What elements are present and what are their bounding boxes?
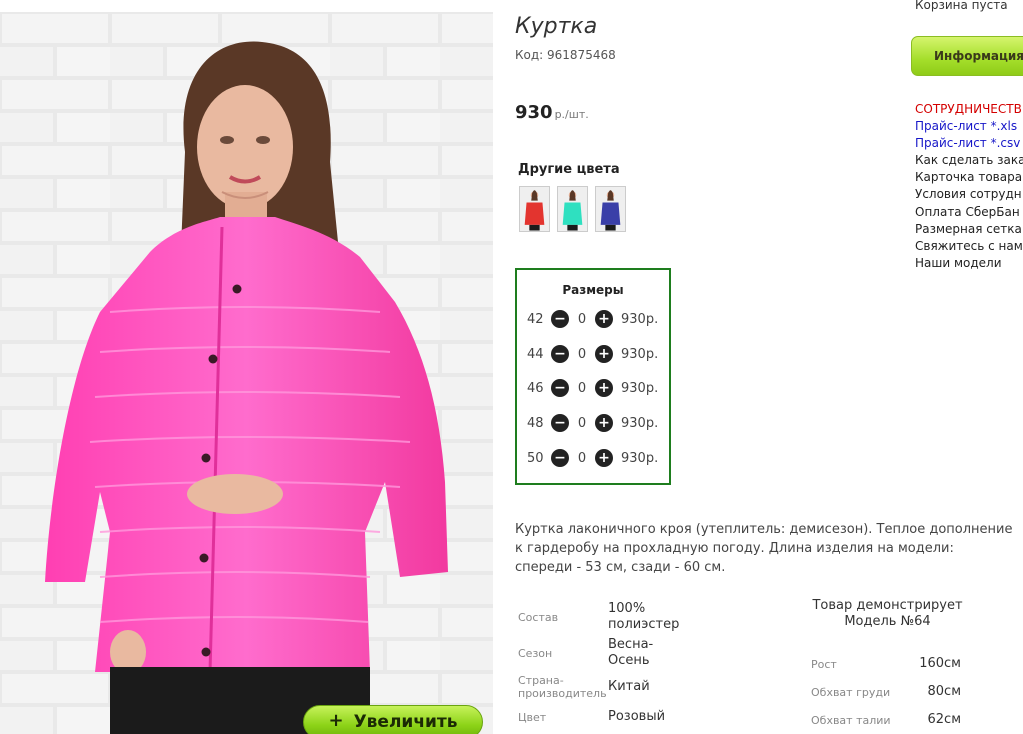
price-unit: р./шт.	[554, 108, 589, 121]
size-row-46: 46 − 0 + 930р.	[527, 378, 658, 398]
model-label-height: Рост	[811, 658, 837, 671]
model-label-waist: Обхват талии	[811, 714, 891, 727]
size-price: 930р.	[621, 346, 659, 362]
attr-value-color: Розовый	[608, 709, 666, 724]
attr-label-composition: Состав	[518, 611, 559, 624]
size-row-50: 50 − 0 + 930р.	[527, 448, 658, 468]
plus-icon[interactable]: +	[595, 379, 613, 397]
swatch-navy[interactable]	[595, 186, 626, 232]
zoom-button[interactable]: + Увеличить	[303, 705, 483, 734]
sidebar-link-cooperation[interactable]: СОТРУДНИЧЕСТВ	[915, 101, 1023, 118]
size-price: 930р.	[621, 311, 659, 327]
plus-icon[interactable]: +	[595, 414, 613, 432]
size-label: 50	[527, 450, 544, 466]
attr-label-color: Цвет	[518, 711, 547, 724]
zoom-label: Увеличить	[353, 712, 458, 732]
color-swatches	[519, 186, 626, 232]
minus-icon[interactable]: −	[551, 379, 569, 397]
size-price: 930р.	[621, 380, 659, 396]
sidebar-link-our-models[interactable]: Наши модели	[915, 255, 1023, 272]
plus-icon[interactable]: +	[595, 310, 613, 328]
price-value: 930	[515, 102, 553, 123]
swatch-red-thumbnail	[524, 190, 545, 231]
model-label-chest: Обхват груди	[811, 686, 891, 699]
sizes-heading: Размеры	[562, 283, 624, 297]
size-quantity: 0	[577, 415, 587, 431]
swatch-mint[interactable]	[557, 186, 588, 232]
attr-value-composition: 100% полиэстер	[608, 601, 680, 632]
size-quantity: 0	[577, 380, 587, 396]
minus-icon[interactable]: −	[551, 310, 569, 328]
size-quantity: 0	[577, 311, 587, 327]
info-button[interactable]: Информация	[911, 36, 1023, 76]
attr-value-season: Весна-Осень	[608, 637, 654, 668]
sizes-panel: Размеры 42 − 0 + 930р. 44 − 0 + 930р. 46…	[515, 268, 671, 485]
product-photo-illustration	[0, 12, 493, 734]
sidebar-link-price-xls[interactable]: Прайс-лист *.xls	[915, 118, 1023, 135]
product-code: Код: 961875468	[515, 48, 616, 62]
product-description: Куртка лаконичного кроя (утеплитель: дем…	[515, 522, 1013, 575]
size-row-44: 44 − 0 + 930р.	[527, 344, 658, 364]
size-label: 48	[527, 415, 544, 431]
sidebar-link-how-to-order[interactable]: Как сделать зака	[915, 152, 1023, 169]
sidebar-link-size-chart[interactable]: Размерная сетка	[915, 221, 1023, 238]
swatch-mint-thumbnail	[562, 190, 583, 231]
size-price: 930р.	[621, 415, 659, 431]
product-title: Куртка	[515, 14, 598, 39]
attr-label-season: Сезон	[518, 647, 553, 660]
size-row-48: 48 − 0 + 930р.	[527, 413, 658, 433]
model-value-height: 160см	[919, 656, 961, 671]
plus-icon[interactable]: +	[595, 449, 613, 467]
size-label: 46	[527, 380, 544, 396]
attr-label-country: Страна-производитель	[518, 674, 607, 700]
attr-value-country: Китай	[608, 679, 650, 694]
size-label: 42	[527, 311, 544, 327]
cart-status[interactable]: Корзина пуста	[915, 0, 1008, 12]
swatch-navy-thumbnail	[600, 190, 621, 231]
sidebar-links: СОТРУДНИЧЕСТВ Прайс-лист *.xls Прайс-лис…	[915, 101, 1023, 272]
model-info-title: Товар демонстрирует Модель №64	[812, 598, 963, 629]
swatch-red[interactable]	[519, 186, 550, 232]
size-quantity: 0	[577, 450, 587, 466]
model-value-waist: 62см	[927, 712, 962, 727]
minus-icon[interactable]: −	[551, 449, 569, 467]
minus-icon[interactable]: −	[551, 414, 569, 432]
model-value-chest: 80см	[927, 684, 962, 699]
sidebar-link-cooperation-terms[interactable]: Условия сотрудн	[915, 186, 1023, 203]
sidebar-link-sberbank-payment[interactable]: Оплата СберБан	[915, 204, 1023, 221]
product-photo[interactable]	[0, 12, 493, 734]
minus-icon[interactable]: −	[551, 345, 569, 363]
sidebar-link-contact-us[interactable]: Свяжитесь с нам	[915, 238, 1023, 255]
size-quantity: 0	[577, 346, 587, 362]
size-row-42: 42 − 0 + 930р.	[527, 309, 658, 329]
plus-icon: +	[328, 710, 344, 731]
size-label: 44	[527, 346, 544, 362]
size-price: 930р.	[621, 450, 659, 466]
sidebar-link-price-csv[interactable]: Прайс-лист *.csv	[915, 135, 1023, 152]
sidebar-link-product-card[interactable]: Карточка товара	[915, 169, 1023, 186]
plus-icon[interactable]: +	[595, 345, 613, 363]
product-price: 930 р./шт.	[515, 102, 589, 123]
other-colors-heading: Другие цвета	[518, 162, 620, 177]
